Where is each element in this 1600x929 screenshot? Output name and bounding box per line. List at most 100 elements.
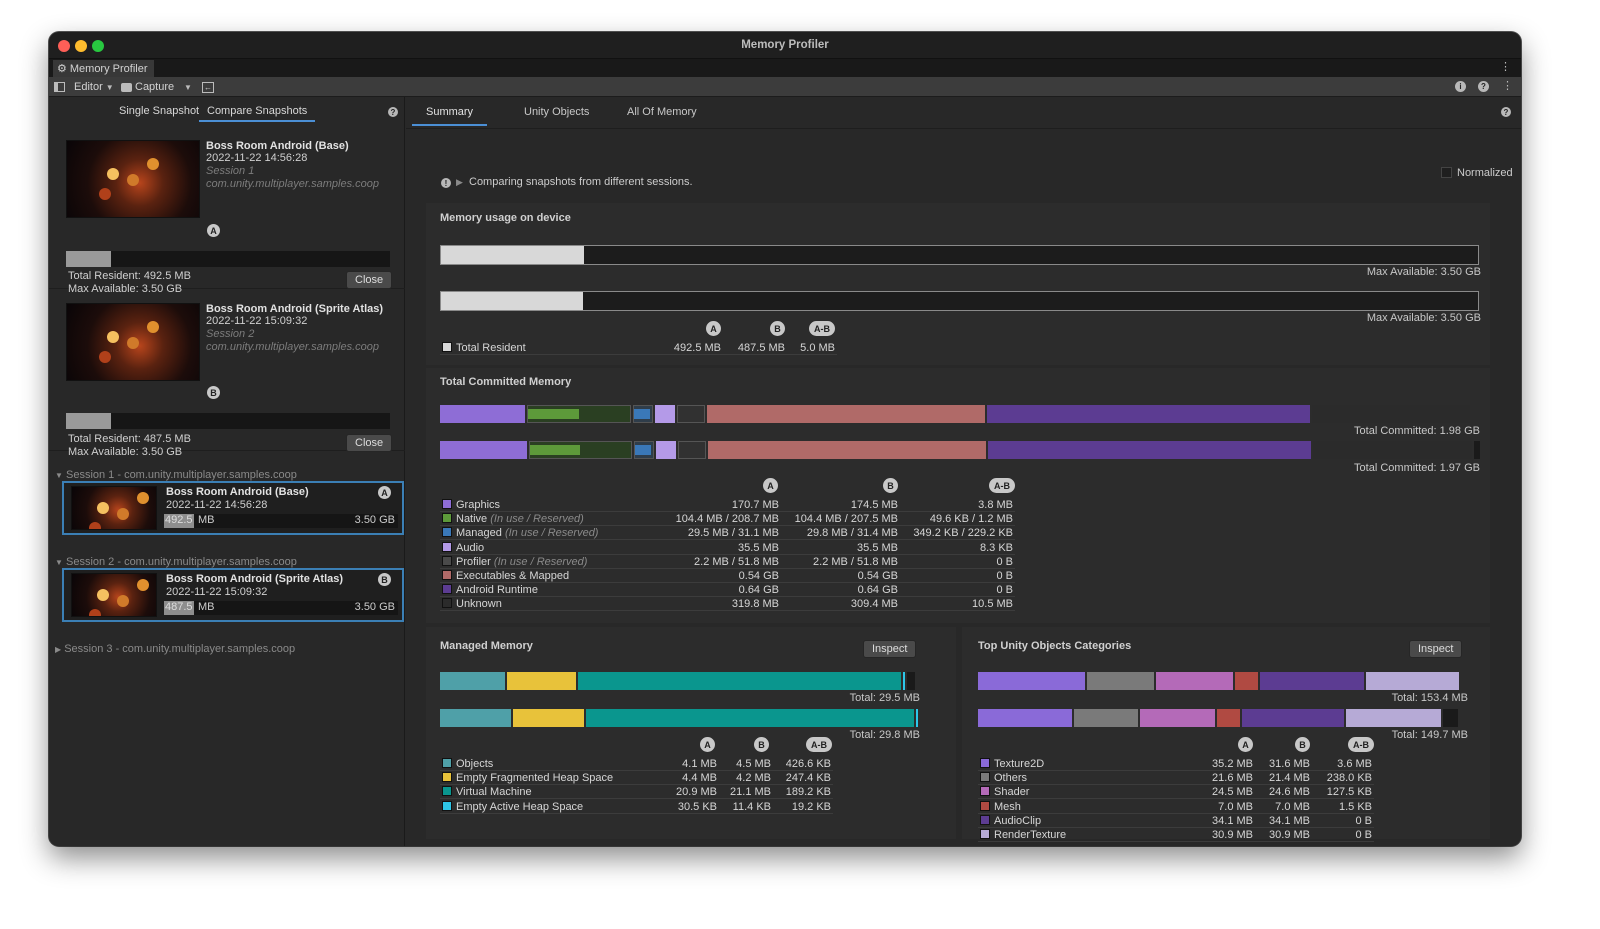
value-diff: 238.0 KB <box>1326 772 1372 785</box>
help-icon[interactable]: ? <box>1478 81 1489 92</box>
legend-swatch <box>980 786 990 797</box>
segment-texture2d[interactable] <box>978 709 1073 727</box>
segment-unknown[interactable] <box>1312 405 1470 423</box>
gear-icon: ⚙ <box>57 63 67 75</box>
session-1-snapshot-item[interactable]: Boss Room Android (Base) 2022-11-22 14:5… <box>62 481 404 535</box>
max-available-a: Max Available: 3.50 GB <box>1366 266 1481 278</box>
tab-summary[interactable]: Summary <box>412 106 488 126</box>
segment-rendertexture[interactable] <box>1365 672 1460 690</box>
segment-objects[interactable] <box>440 672 505 690</box>
capture-options-dropdown[interactable]: ▼ <box>184 79 192 95</box>
session-2-snapshot-item[interactable]: Boss Room Android (Sprite Atlas) 2022-11… <box>62 568 404 622</box>
used-unit: MB <box>198 514 215 526</box>
row-name: Empty Active Heap Space <box>442 800 583 814</box>
segment-managed[interactable] <box>632 405 653 423</box>
row-name: AudioClip <box>980 814 1041 828</box>
segment-executables[interactable] <box>708 441 987 459</box>
value-b: 0.54 GB <box>857 570 898 582</box>
segment-audio[interactable] <box>654 405 676 423</box>
segment-graphics[interactable] <box>440 441 528 459</box>
segment-texture2d[interactable] <box>978 672 1086 690</box>
import-button[interactable]: ← <box>202 79 214 95</box>
segment-executables[interactable] <box>707 405 986 423</box>
segment-others[interactable] <box>1087 672 1155 690</box>
snapshot-a-info: Boss Room Android (Base) 2022-11-22 14:5… <box>206 140 379 191</box>
close-snapshot-b-button[interactable]: Close <box>346 434 393 452</box>
segment-empty-active[interactable] <box>916 709 918 727</box>
value-a: 0.64 GB <box>738 584 779 597</box>
segment-objects[interactable] <box>440 709 511 727</box>
close-snapshot-a-button[interactable]: Close <box>346 271 393 289</box>
value-diff: 0 B <box>1355 814 1372 827</box>
summary-panel: Summary Unity Objects All Of Memory ? No… <box>406 97 1521 846</box>
unity-objects-bar-a <box>978 672 1468 690</box>
legend-swatch <box>980 800 990 811</box>
segment-others[interactable] <box>1074 709 1139 727</box>
chevron-right-icon[interactable]: ▶ <box>456 177 463 188</box>
managed-total-b: Total: 29.8 MB <box>849 729 920 741</box>
legend-swatch <box>442 800 452 811</box>
segment-profiler[interactable] <box>677 405 706 423</box>
column-b-header: B <box>770 321 785 336</box>
tab-all-of-memory[interactable]: All Of Memory <box>627 106 697 118</box>
segment-free[interactable] <box>1442 709 1459 727</box>
value-b: 4.5 MB <box>736 758 771 770</box>
segment-rendertexture[interactable] <box>1346 709 1441 727</box>
tab-compare-snapshots[interactable]: Compare Snapshots <box>199 105 316 122</box>
tab-single-snapshot[interactable]: Single Snapshot <box>119 105 199 117</box>
segment-managed[interactable] <box>633 441 654 459</box>
column-a-header: A <box>1238 737 1253 752</box>
segment-empty-fragmented[interactable] <box>506 672 577 690</box>
segment-unknown[interactable] <box>1313 441 1473 459</box>
segment-shader[interactable] <box>1156 672 1233 690</box>
session-1-header[interactable]: ▼ Session 1 - com.unity.multiplayer.samp… <box>55 469 297 481</box>
session-3-header[interactable]: ▶ Session 3 - com.unity.multiplayer.samp… <box>55 643 295 655</box>
more-options-icon[interactable]: ⋮ <box>1500 60 1511 73</box>
import-icon: ← <box>202 81 214 93</box>
inspect-unity-objects-button[interactable]: Inspect <box>1409 640 1463 658</box>
table-row: Unknown 319.8 MB 309.4 MB 10.5 MB <box>440 597 1015 612</box>
toggle-sidebar-button[interactable] <box>54 79 65 95</box>
segment-virtual-machine[interactable] <box>585 709 915 727</box>
segment-audioclip[interactable] <box>1259 672 1364 690</box>
segment-profiler[interactable] <box>678 441 707 459</box>
segment-mesh[interactable] <box>1216 709 1240 727</box>
tab-unity-objects[interactable]: Unity Objects <box>524 106 589 118</box>
inspect-managed-button[interactable]: Inspect <box>863 640 917 658</box>
segment-native[interactable] <box>527 405 631 423</box>
segment-shader[interactable] <box>1140 709 1215 727</box>
help-icon[interactable]: ? <box>1501 107 1511 117</box>
segment-android-runtime[interactable] <box>987 405 1311 423</box>
segment-virtual-machine[interactable] <box>578 672 901 690</box>
column-b-header: B <box>754 737 769 752</box>
session-2-header[interactable]: ▼ Session 2 - com.unity.multiplayer.samp… <box>55 556 297 568</box>
more-options-icon[interactable]: ⋮ <box>1502 79 1513 92</box>
segment-free[interactable] <box>906 672 916 690</box>
row-label: Unknown <box>456 598 502 611</box>
normalized-checkbox[interactable] <box>1441 167 1452 178</box>
value-diff: 8.3 KB <box>979 541 1013 554</box>
segment-free[interactable] <box>1474 441 1480 459</box>
segment-native[interactable] <box>529 441 632 459</box>
table-row: Others 21.6 MB 21.4 MB 238.0 KB <box>978 771 1374 786</box>
segment-audioclip[interactable] <box>1241 709 1345 727</box>
segment-empty-active[interactable] <box>902 672 905 690</box>
table-row: Texture2D 35.2 MB 31.6 MB 3.6 MB <box>978 757 1374 771</box>
segment-audio[interactable] <box>655 441 677 459</box>
segment-android-runtime[interactable] <box>988 441 1312 459</box>
tab-memory-profiler[interactable]: ⚙ Memory Profiler <box>53 60 154 77</box>
session-label: Session 3 - com.unity.multiplayer.sample… <box>64 643 296 655</box>
value-a: 2.2 MB / 51.8 MB <box>694 555 779 568</box>
segment-empty-fragmented[interactable] <box>512 709 584 727</box>
segment-graphics[interactable] <box>440 405 525 423</box>
table-row: Shader 24.5 MB 24.6 MB 127.5 KB <box>978 785 1374 800</box>
value-b: 35.5 MB <box>857 541 898 554</box>
segment-mesh[interactable] <box>1234 672 1258 690</box>
editor-dropdown[interactable]: Editor ▼ <box>74 79 114 95</box>
info-icon[interactable]: i <box>1455 81 1466 92</box>
table-row: Graphics 170.7 MB 174.5 MB 3.8 MB <box>440 498 1015 512</box>
help-icon[interactable]: ? <box>388 107 398 117</box>
capture-button[interactable]: Capture <box>121 79 174 95</box>
value-a: 29.5 MB / 31.1 MB <box>687 527 779 540</box>
used-unit: MB <box>198 601 215 613</box>
